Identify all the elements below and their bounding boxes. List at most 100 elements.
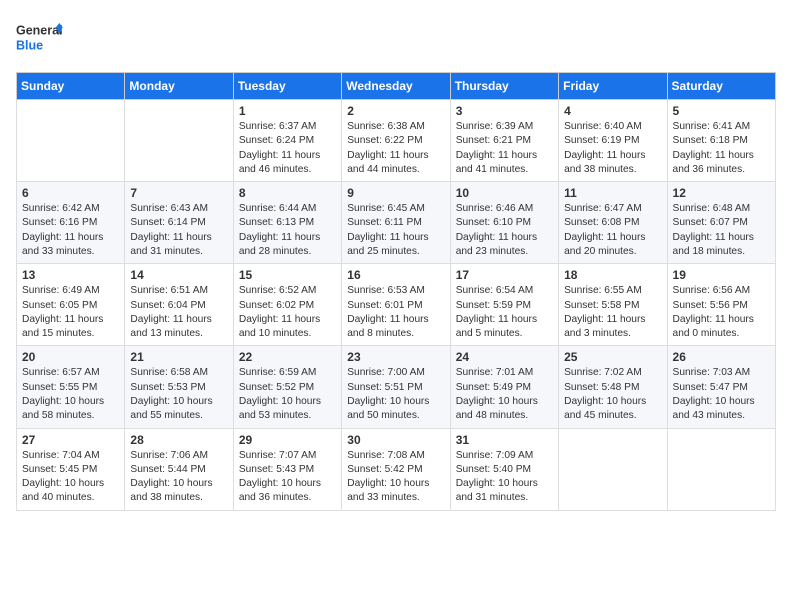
cell-1-3: 9 Sunrise: 6:45 AM Sunset: 6:11 PM Daylig… bbox=[342, 182, 450, 264]
cell-1-2: 8 Sunrise: 6:44 AM Sunset: 6:13 PM Daylig… bbox=[233, 182, 341, 264]
cell-1-5: 11Sunrise: 6:47 AM Sunset: 6:08 PM Dayli… bbox=[559, 182, 667, 264]
day-number: 18 bbox=[564, 268, 661, 282]
cell-info: Sunrise: 6:42 AM Sunset: 6:16 PM Dayligh… bbox=[22, 202, 119, 259]
cell-info: Sunrise: 6:53 AM Sunset: 6:01 PM Dayligh… bbox=[347, 284, 444, 341]
cell-0-1 bbox=[125, 100, 233, 182]
day-number: 7 bbox=[130, 186, 227, 200]
cell-0-6: 5Sunrise: 6:41 AM Sunset: 6:18 PM Daylig… bbox=[667, 100, 775, 182]
cell-info: Sunrise: 7:09 AM Sunset: 5:40 PM Dayligh… bbox=[456, 449, 553, 506]
cell-0-4: 3Sunrise: 6:39 AM Sunset: 6:21 PM Daylig… bbox=[450, 100, 558, 182]
cell-info: Sunrise: 7:06 AM Sunset: 5:44 PM Dayligh… bbox=[130, 449, 227, 506]
cell-info: Sunrise: 6:48 AM Sunset: 6:07 PM Dayligh… bbox=[673, 202, 770, 259]
cell-1-4: 10 Sunrise: 6:46 AM Sunset: 6:10 PM Dayli… bbox=[450, 182, 558, 264]
cell-info: Sunrise: 6:58 AM Sunset: 5:53 PM Dayligh… bbox=[130, 366, 227, 423]
day-number: 29 bbox=[239, 433, 336, 447]
cell-0-5: 4 Sunrise: 6:40 AM Sunset: 6:19 PM Daylig… bbox=[559, 100, 667, 182]
cell-info: Sunrise: 7:00 AM Sunset: 5:51 PM Dayligh… bbox=[347, 366, 444, 423]
cell-1-0: 6 Sunrise: 6:42 AM Sunset: 6:16 PM Daylig… bbox=[17, 182, 125, 264]
svg-text:Blue: Blue bbox=[16, 39, 43, 53]
cell-info: Sunrise: 6:43 AM Sunset: 6:14 PM Dayligh… bbox=[130, 202, 227, 259]
day-number: 2 bbox=[347, 104, 444, 118]
weekday-sunday: Sunday bbox=[17, 73, 125, 100]
cell-info: Sunrise: 6:46 AM Sunset: 6:10 PM Dayligh… bbox=[456, 202, 553, 259]
day-number: 10 bbox=[456, 186, 553, 200]
cell-1-1: 7 Sunrise: 6:43 AM Sunset: 6:14 PM Daylig… bbox=[125, 182, 233, 264]
calendar-table: SundayMondayTuesdayWednesdayThursdayFrid… bbox=[16, 72, 776, 511]
day-number: 23 bbox=[347, 350, 444, 364]
day-number: 9 bbox=[347, 186, 444, 200]
cell-4-0: 27Sunrise: 7:04 AM Sunset: 5:45 PM Dayli… bbox=[17, 428, 125, 510]
day-number: 15 bbox=[239, 268, 336, 282]
cell-3-4: 24 Sunrise: 7:01 AM Sunset: 5:49 PM Dayli… bbox=[450, 346, 558, 428]
weekday-friday: Friday bbox=[559, 73, 667, 100]
calendar-body: 1 Sunrise: 6:37 AM Sunset: 6:24 PM Daylig… bbox=[17, 100, 776, 511]
cell-4-2: 29 Sunrise: 7:07 AM Sunset: 5:43 PM Dayli… bbox=[233, 428, 341, 510]
cell-3-2: 22 Sunrise: 6:59 AM Sunset: 5:52 PM Dayli… bbox=[233, 346, 341, 428]
cell-info: Sunrise: 6:57 AM Sunset: 5:55 PM Dayligh… bbox=[22, 366, 119, 423]
day-number: 14 bbox=[130, 268, 227, 282]
cell-4-6 bbox=[667, 428, 775, 510]
cell-4-3: 30 Sunrise: 7:08 AM Sunset: 5:42 PM Dayli… bbox=[342, 428, 450, 510]
weekday-thursday: Thursday bbox=[450, 73, 558, 100]
day-number: 5 bbox=[673, 104, 770, 118]
cell-info: Sunrise: 6:54 AM Sunset: 5:59 PM Dayligh… bbox=[456, 284, 553, 341]
week-row-2: 6 Sunrise: 6:42 AM Sunset: 6:16 PM Daylig… bbox=[17, 182, 776, 264]
cell-1-6: 12 Sunrise: 6:48 AM Sunset: 6:07 PM Dayli… bbox=[667, 182, 775, 264]
cell-info: Sunrise: 6:51 AM Sunset: 6:04 PM Dayligh… bbox=[130, 284, 227, 341]
svg-text:General: General bbox=[16, 24, 63, 38]
cell-info: Sunrise: 6:59 AM Sunset: 5:52 PM Dayligh… bbox=[239, 366, 336, 423]
day-number: 30 bbox=[347, 433, 444, 447]
cell-2-5: 18Sunrise: 6:55 AM Sunset: 5:58 PM Dayli… bbox=[559, 264, 667, 346]
logo-svg: General Blue bbox=[16, 16, 66, 60]
day-number: 11 bbox=[564, 186, 661, 200]
cell-2-4: 17 Sunrise: 6:54 AM Sunset: 5:59 PM Dayli… bbox=[450, 264, 558, 346]
cell-info: Sunrise: 6:38 AM Sunset: 6:22 PM Dayligh… bbox=[347, 120, 444, 177]
cell-info: Sunrise: 6:37 AM Sunset: 6:24 PM Dayligh… bbox=[239, 120, 336, 177]
logo: General Blue bbox=[16, 16, 66, 60]
cell-info: Sunrise: 6:56 AM Sunset: 5:56 PM Dayligh… bbox=[673, 284, 770, 341]
cell-info: Sunrise: 6:40 AM Sunset: 6:19 PM Dayligh… bbox=[564, 120, 661, 177]
cell-2-1: 14 Sunrise: 6:51 AM Sunset: 6:04 PM Dayli… bbox=[125, 264, 233, 346]
day-number: 1 bbox=[239, 104, 336, 118]
day-number: 4 bbox=[564, 104, 661, 118]
day-number: 31 bbox=[456, 433, 553, 447]
calendar-header: SundayMondayTuesdayWednesdayThursdayFrid… bbox=[17, 73, 776, 100]
cell-0-0 bbox=[17, 100, 125, 182]
cell-2-6: 19 Sunrise: 6:56 AM Sunset: 5:56 PM Dayli… bbox=[667, 264, 775, 346]
day-number: 12 bbox=[673, 186, 770, 200]
day-number: 21 bbox=[130, 350, 227, 364]
day-number: 17 bbox=[456, 268, 553, 282]
cell-2-2: 15Sunrise: 6:52 AM Sunset: 6:02 PM Dayli… bbox=[233, 264, 341, 346]
day-number: 8 bbox=[239, 186, 336, 200]
day-number: 22 bbox=[239, 350, 336, 364]
day-number: 13 bbox=[22, 268, 119, 282]
cell-3-3: 23 Sunrise: 7:00 AM Sunset: 5:51 PM Dayli… bbox=[342, 346, 450, 428]
weekday-monday: Monday bbox=[125, 73, 233, 100]
day-number: 19 bbox=[673, 268, 770, 282]
cell-info: Sunrise: 6:44 AM Sunset: 6:13 PM Dayligh… bbox=[239, 202, 336, 259]
cell-3-6: 26Sunrise: 7:03 AM Sunset: 5:47 PM Dayli… bbox=[667, 346, 775, 428]
weekday-tuesday: Tuesday bbox=[233, 73, 341, 100]
cell-info: Sunrise: 7:07 AM Sunset: 5:43 PM Dayligh… bbox=[239, 449, 336, 506]
day-number: 28 bbox=[130, 433, 227, 447]
day-number: 6 bbox=[22, 186, 119, 200]
weekday-row: SundayMondayTuesdayWednesdayThursdayFrid… bbox=[17, 73, 776, 100]
cell-info: Sunrise: 7:01 AM Sunset: 5:49 PM Dayligh… bbox=[456, 366, 553, 423]
cell-4-1: 28 Sunrise: 7:06 AM Sunset: 5:44 PM Dayli… bbox=[125, 428, 233, 510]
day-number: 25 bbox=[564, 350, 661, 364]
cell-info: Sunrise: 7:04 AM Sunset: 5:45 PM Dayligh… bbox=[22, 449, 119, 506]
cell-info: Sunrise: 6:45 AM Sunset: 6:11 PM Dayligh… bbox=[347, 202, 444, 259]
week-row-4: 20 Sunrise: 6:57 AM Sunset: 5:55 PM Dayli… bbox=[17, 346, 776, 428]
cell-3-1: 21 Sunrise: 6:58 AM Sunset: 5:53 PM Dayli… bbox=[125, 346, 233, 428]
cell-2-3: 16Sunrise: 6:53 AM Sunset: 6:01 PM Dayli… bbox=[342, 264, 450, 346]
day-number: 24 bbox=[456, 350, 553, 364]
page-header: General Blue bbox=[16, 16, 776, 60]
cell-2-0: 13Sunrise: 6:49 AM Sunset: 6:05 PM Dayli… bbox=[17, 264, 125, 346]
cell-info: Sunrise: 7:08 AM Sunset: 5:42 PM Dayligh… bbox=[347, 449, 444, 506]
weekday-wednesday: Wednesday bbox=[342, 73, 450, 100]
cell-info: Sunrise: 6:39 AM Sunset: 6:21 PM Dayligh… bbox=[456, 120, 553, 177]
cell-3-0: 20 Sunrise: 6:57 AM Sunset: 5:55 PM Dayli… bbox=[17, 346, 125, 428]
day-number: 20 bbox=[22, 350, 119, 364]
cell-3-5: 25 Sunrise: 7:02 AM Sunset: 5:48 PM Dayli… bbox=[559, 346, 667, 428]
cell-info: Sunrise: 7:02 AM Sunset: 5:48 PM Dayligh… bbox=[564, 366, 661, 423]
